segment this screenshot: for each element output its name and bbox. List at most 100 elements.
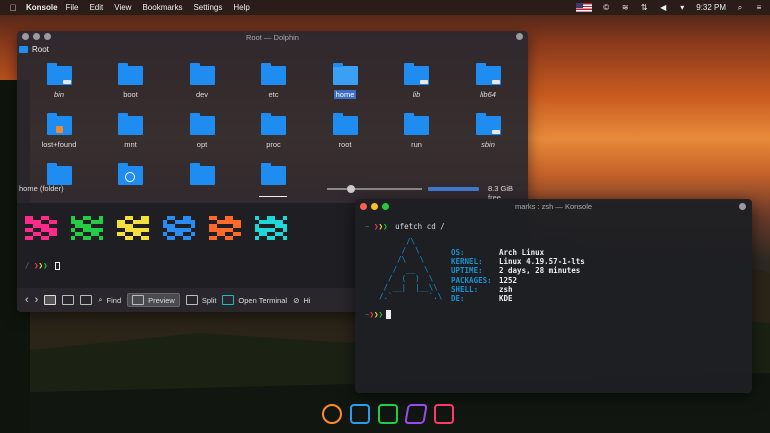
folder-item[interactable]: boot: [101, 63, 161, 99]
close-dot[interactable]: [22, 33, 29, 40]
folder-item[interactable]: lib64: [458, 63, 518, 99]
menu-edit[interactable]: Edit: [89, 3, 103, 12]
info-key: KERNEL:: [451, 257, 483, 267]
search-icon[interactable]: ⌕: [735, 3, 745, 12]
active-prompt[interactable]: ~ ❯ ❯ ❯: [365, 310, 392, 319]
prompt-path: /: [25, 261, 35, 270]
open-terminal-button[interactable]: Open Terminal: [222, 295, 287, 305]
icons-view-icon[interactable]: [44, 295, 57, 305]
compact-view-icon[interactable]: [62, 295, 75, 305]
folder-icon: [118, 163, 143, 185]
embedded-cursor: [55, 262, 61, 270]
maximize-dot[interactable]: [382, 203, 389, 210]
maximize-dot[interactable]: [44, 33, 51, 40]
folder-item[interactable]: proc: [244, 113, 304, 149]
info-value: Arch Linux: [499, 248, 545, 257]
folder-label: etc: [268, 90, 279, 99]
close-dot[interactable]: [360, 203, 367, 210]
forward-icon[interactable]: ›: [35, 294, 39, 306]
menu-bookmarks[interactable]: Bookmarks: [142, 3, 182, 12]
minimize-dot[interactable]: [33, 33, 40, 40]
menu-settings[interactable]: Settings: [193, 3, 222, 12]
folder-icon: [189, 63, 215, 85]
search-icon: ⌕: [98, 295, 103, 304]
embedded-prompt: / ❯❯❯: [25, 261, 61, 270]
status-text: home (folder): [19, 184, 64, 193]
files-icon[interactable]: [378, 404, 398, 424]
preview-icon: [132, 295, 145, 305]
info-value: 1252: [499, 275, 518, 285]
folder-item[interactable]: dev: [172, 63, 232, 99]
close-icon[interactable]: [739, 203, 746, 210]
sort-icon[interactable]: ⇅: [639, 3, 649, 12]
clock[interactable]: 9:32 PM: [696, 3, 726, 12]
zoom-handle[interactable]: [346, 185, 355, 193]
minimize-dot[interactable]: [371, 203, 378, 210]
info-row: DE: KDE: [451, 294, 585, 303]
info-row: KERNEL: Linux 4.19.57-1-lts: [451, 257, 585, 266]
konsole-titlebar[interactable]: marks : zsh — Konsole: [355, 199, 752, 213]
symlink-icon: [491, 80, 500, 84]
folder-icon: [475, 63, 501, 85]
command-line: ~ ❯❯❯ ufetch cd /: [365, 222, 445, 231]
menu-view[interactable]: View: [114, 3, 131, 12]
hidden-icon: ⊘: [293, 295, 300, 305]
konsole-title: marks : zsh — Konsole: [514, 201, 593, 211]
folder-item[interactable]: root: [315, 113, 375, 149]
details-view-icon[interactable]: [80, 295, 93, 305]
folder-label: home: [333, 90, 357, 99]
dropdown-icon[interactable]: ▾: [677, 3, 687, 12]
dolphin-titlebar[interactable]: Root — Dolphin: [17, 31, 528, 43]
folder-icon: [261, 163, 286, 185]
folder-item[interactable]: lib: [387, 63, 447, 99]
sublime-icon[interactable]: [434, 404, 454, 424]
visual-studio-icon[interactable]: [404, 404, 428, 424]
volume-icon[interactable]: ◀: [658, 3, 668, 12]
folder-item[interactable]: run: [387, 113, 447, 149]
info-row: SHELL: zsh: [451, 285, 585, 294]
prompt-chevron-3: ❯: [43, 261, 48, 270]
folder-item[interactable]: lost+found: [29, 113, 89, 149]
color-block: [71, 216, 103, 240]
preview-button[interactable]: Preview: [127, 293, 180, 307]
folder-label: bin: [53, 90, 64, 99]
tab-indicator: [259, 196, 287, 197]
info-row: PACKAGES: 1252: [451, 276, 585, 285]
info-row: UPTIME: 2 days, 28 minutes: [451, 266, 585, 275]
location-bar[interactable]: Root: [17, 43, 528, 55]
folder-item[interactable]: etc: [244, 63, 304, 99]
folder-label: sbin: [481, 140, 495, 149]
wifi-icon[interactable]: ≋: [620, 3, 630, 12]
folder-item[interactable]: mnt: [101, 113, 161, 149]
folder-item[interactable]: home: [315, 63, 375, 99]
zoom-slider[interactable]: [327, 185, 422, 193]
menu-file[interactable]: File: [66, 3, 79, 12]
hidden-files-button[interactable]: ⊘ Hi: [293, 296, 310, 305]
command-text: ufetch cd /: [395, 222, 445, 231]
folder-item[interactable]: opt: [172, 113, 232, 149]
menu-help[interactable]: Help: [233, 3, 249, 12]
top-menu-bar:  Konsole File Edit View Bookmarks Setti…: [0, 0, 770, 15]
symlink-icon: [62, 80, 71, 84]
lock-icon: [55, 126, 63, 133]
apple-icon[interactable]: : [6, 3, 20, 13]
info-value: Linux 4.19.57-1-lts: [499, 257, 585, 267]
info-key: UPTIME:: [451, 266, 483, 276]
folder-item[interactable]: bin: [29, 63, 89, 99]
firefox-icon[interactable]: [322, 404, 342, 424]
close-icon[interactable]: [516, 33, 523, 40]
back-icon[interactable]: ‹: [25, 294, 29, 306]
find-button[interactable]: ⌕ Find: [98, 295, 121, 305]
menu-icon[interactable]: ≡: [754, 3, 764, 12]
folder-icon: [189, 113, 215, 135]
folder-icon: [118, 63, 143, 85]
folder-label: lib64: [480, 90, 496, 99]
split-button[interactable]: Split: [185, 295, 216, 305]
app-name[interactable]: Konsole: [26, 3, 58, 12]
copyright-icon[interactable]: ©: [601, 3, 611, 12]
folder-label: lib: [412, 90, 421, 99]
folder-item[interactable]: sbin: [458, 113, 518, 149]
folder-label: mnt: [124, 140, 137, 149]
us-flag-icon[interactable]: [576, 3, 593, 12]
terminal-icon[interactable]: [350, 404, 370, 424]
